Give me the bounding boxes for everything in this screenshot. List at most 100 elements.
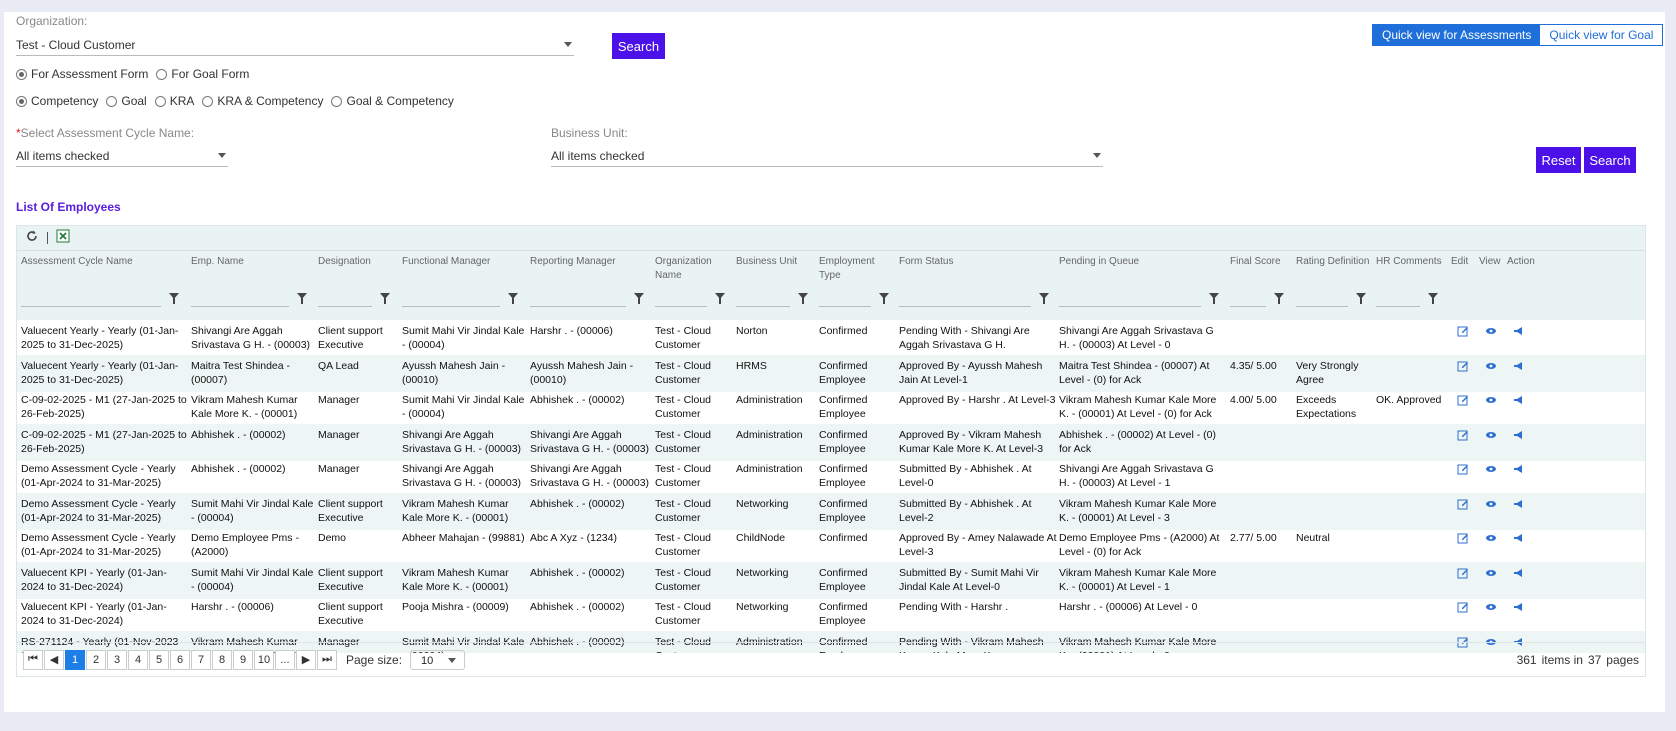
- table-row[interactable]: C-09-02-2025 - M1 (27-Jan-2025 to 26-Feb…: [17, 389, 1645, 426]
- column-filter-input[interactable]: [1296, 291, 1348, 307]
- column-header[interactable]: Pending in Queue: [1059, 255, 1227, 269]
- column-filter-input[interactable]: [899, 291, 1031, 307]
- filter-icon[interactable]: [1428, 293, 1438, 304]
- page-button[interactable]: 7: [191, 649, 211, 670]
- column-header[interactable]: Business Unit: [736, 255, 816, 269]
- view-icon[interactable]: [1485, 497, 1497, 509]
- filter-icon[interactable]: [1209, 293, 1219, 304]
- cycle-dropdown[interactable]: All items checked: [16, 145, 228, 167]
- table-row[interactable]: C-09-02-2025 - M1 (27-Jan-2025 to 26-Feb…: [17, 423, 1645, 461]
- page-button[interactable]: 3: [107, 649, 127, 670]
- filter-icon[interactable]: [508, 293, 518, 304]
- org-search-button[interactable]: Search: [612, 33, 665, 59]
- radio-kra[interactable]: KRA: [154, 94, 194, 108]
- column-filter-input[interactable]: [819, 291, 871, 307]
- view-icon[interactable]: [1485, 462, 1497, 474]
- filter-icon[interactable]: [297, 293, 307, 304]
- edit-icon[interactable]: [1457, 324, 1469, 337]
- table-row[interactable]: Demo Assessment Cycle - Yearly (01-Apr-2…: [17, 492, 1645, 530]
- column-filter-input[interactable]: [318, 291, 372, 307]
- view-icon[interactable]: [1485, 531, 1497, 543]
- column-filter-input[interactable]: [1059, 291, 1201, 307]
- filter-icon[interactable]: [1274, 293, 1284, 304]
- edit-icon[interactable]: [1457, 497, 1469, 509]
- column-header[interactable]: Action: [1507, 255, 1543, 269]
- filter-icon[interactable]: [634, 293, 644, 304]
- column-header[interactable]: Employment Type: [819, 255, 897, 283]
- edit-icon[interactable]: [1457, 393, 1469, 406]
- radio-kra-competency[interactable]: KRA & Competency: [202, 94, 323, 108]
- edit-icon[interactable]: [1457, 428, 1469, 440]
- action-icon[interactable]: [1513, 359, 1525, 371]
- column-header[interactable]: Final Score: [1230, 255, 1292, 269]
- page-button[interactable]: 1: [65, 649, 85, 670]
- table-row[interactable]: Valuecent Yearly - Yearly (01-Jan-2025 t…: [17, 354, 1645, 392]
- page-size-select[interactable]: 10: [410, 649, 466, 670]
- column-filter-input[interactable]: [191, 291, 289, 307]
- business-unit-dropdown[interactable]: All items checked: [551, 145, 1103, 167]
- organization-dropdown[interactable]: Test - Cloud Customer: [16, 34, 574, 56]
- last-page-icon[interactable]: ⏭: [317, 649, 337, 670]
- excel-export-icon[interactable]: [56, 229, 70, 248]
- first-page-icon[interactable]: ⏮: [23, 649, 43, 670]
- column-header[interactable]: Form Status: [899, 255, 1057, 269]
- filter-icon[interactable]: [169, 293, 179, 304]
- action-icon[interactable]: [1513, 497, 1525, 509]
- table-row[interactable]: Valuecent Yearly - Yearly (01-Jan-2025 t…: [17, 320, 1645, 357]
- prev-page-icon[interactable]: ◀: [44, 649, 64, 670]
- filter-icon[interactable]: [1039, 293, 1049, 304]
- edit-icon[interactable]: [1457, 531, 1469, 544]
- table-row[interactable]: Demo Assessment Cycle - Yearly (01-Apr-2…: [17, 458, 1645, 495]
- column-filter-input[interactable]: [1376, 291, 1420, 307]
- column-header[interactable]: Assessment Cycle Name: [21, 255, 187, 269]
- view-icon[interactable]: [1485, 359, 1497, 371]
- view-icon[interactable]: [1485, 566, 1497, 578]
- filter-icon[interactable]: [380, 293, 390, 304]
- page-button[interactable]: 6: [170, 649, 190, 670]
- refresh-icon[interactable]: [25, 229, 39, 248]
- column-filter-input[interactable]: [736, 291, 790, 307]
- view-icon[interactable]: [1485, 324, 1497, 336]
- column-header[interactable]: Emp. Name: [191, 255, 315, 269]
- page-button[interactable]: ...: [275, 649, 295, 670]
- column-filter-input[interactable]: [402, 291, 500, 307]
- column-header[interactable]: Organization Name: [655, 255, 733, 283]
- page-button[interactable]: 4: [128, 649, 148, 670]
- view-icon[interactable]: [1485, 600, 1497, 612]
- table-row[interactable]: Valuecent KPI - Yearly (01-Jan-2024 to 3…: [17, 561, 1645, 599]
- quick-view-assessments-button[interactable]: Quick view for Assessments: [1373, 25, 1541, 45]
- radio-goal-form[interactable]: For Goal Form: [156, 67, 249, 81]
- column-header[interactable]: View: [1479, 255, 1503, 269]
- action-icon[interactable]: [1513, 393, 1525, 405]
- filter-icon[interactable]: [1356, 293, 1366, 304]
- column-filter-input[interactable]: [1230, 291, 1266, 307]
- page-button[interactable]: 8: [212, 649, 232, 670]
- column-filter-input[interactable]: [21, 291, 161, 307]
- column-filter-input[interactable]: [655, 291, 707, 307]
- view-icon[interactable]: [1485, 393, 1497, 405]
- reset-button[interactable]: Reset: [1536, 147, 1581, 173]
- table-row[interactable]: Valuecent KPI - Yearly (01-Jan-2024 to 3…: [17, 596, 1645, 633]
- quick-view-goal-button[interactable]: Quick view for Goal: [1540, 25, 1663, 45]
- radio-goal-competency[interactable]: Goal & Competency: [331, 94, 454, 108]
- action-icon[interactable]: [1513, 566, 1525, 578]
- filter-icon[interactable]: [715, 293, 725, 304]
- page-button[interactable]: 2: [86, 649, 106, 670]
- edit-icon[interactable]: [1457, 600, 1469, 613]
- page-button[interactable]: 5: [149, 649, 169, 670]
- filter-icon[interactable]: [798, 293, 808, 304]
- column-header[interactable]: Designation: [318, 255, 398, 269]
- radio-assessment-form[interactable]: For Assessment Form: [16, 67, 148, 81]
- column-header[interactable]: Functional Manager: [402, 255, 526, 269]
- column-header[interactable]: Edit: [1451, 255, 1475, 269]
- page-button[interactable]: 10: [254, 649, 274, 670]
- page-button[interactable]: 9: [233, 649, 253, 670]
- radio-competency[interactable]: Competency: [16, 94, 98, 108]
- column-header[interactable]: Rating Definition: [1296, 255, 1374, 269]
- view-icon[interactable]: [1485, 428, 1497, 440]
- edit-icon[interactable]: [1457, 566, 1469, 578]
- action-icon[interactable]: [1513, 324, 1525, 336]
- action-icon[interactable]: [1513, 428, 1525, 440]
- action-icon[interactable]: [1513, 462, 1525, 474]
- search-button[interactable]: Search: [1584, 147, 1636, 173]
